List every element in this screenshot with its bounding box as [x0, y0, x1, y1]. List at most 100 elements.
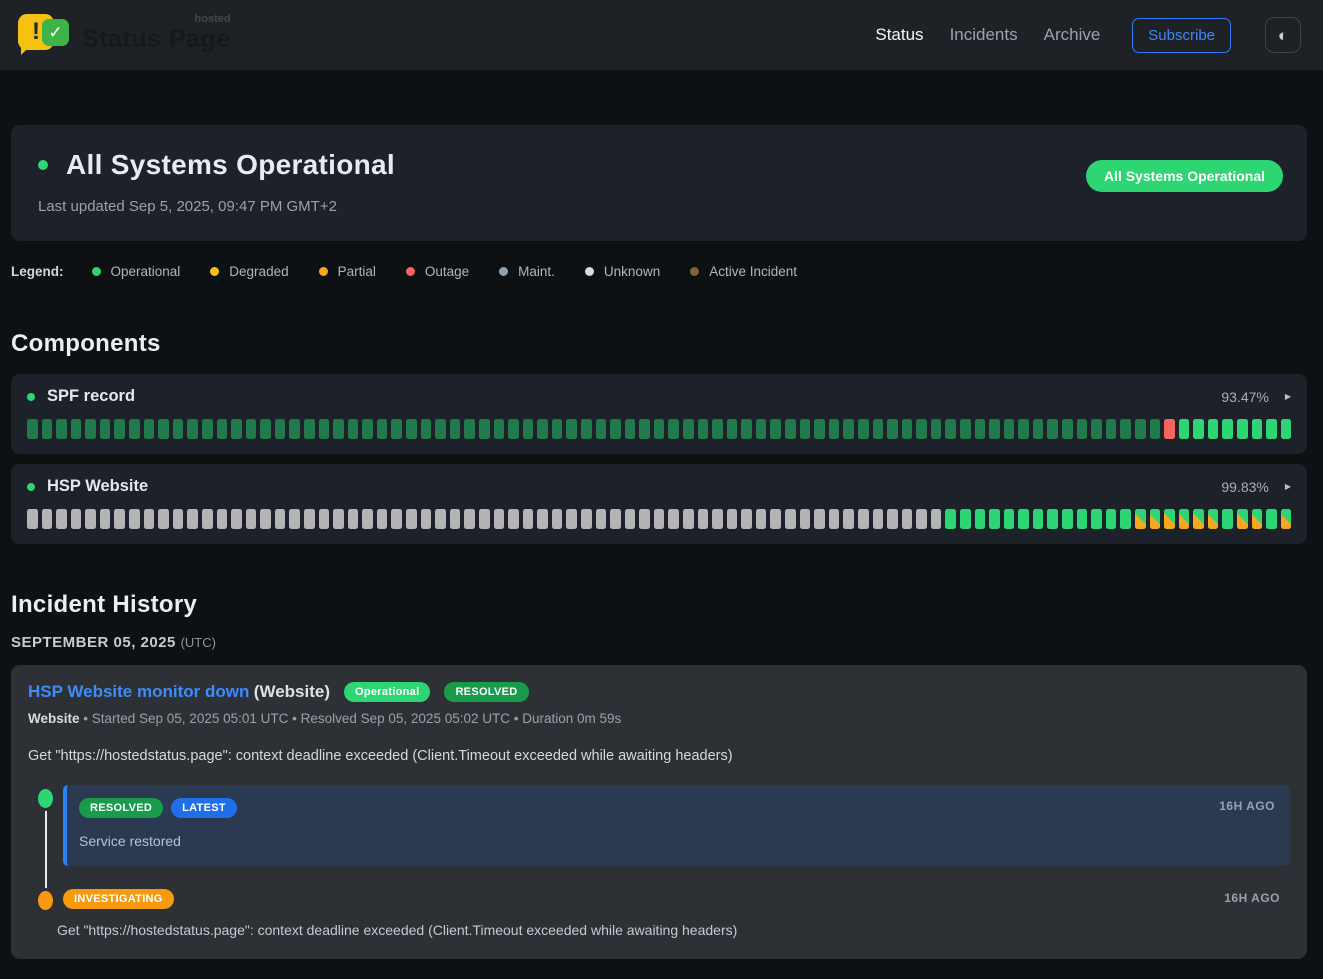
uptime-day-bar	[800, 509, 811, 529]
uptime-day-bar	[814, 509, 825, 529]
nav-link-incidents[interactable]: Incidents	[950, 25, 1018, 45]
uptime-day-bar	[1252, 509, 1263, 529]
uptime-day-bar	[698, 419, 709, 439]
uptime-day-bar	[1106, 419, 1117, 439]
component-card-spf-record: SPF record 93.47% ▶	[11, 374, 1307, 454]
uptime-day-bar	[654, 509, 665, 529]
incident-resolved-badge: RESOLVED	[444, 682, 528, 702]
uptime-day-bar	[275, 419, 286, 439]
uptime-day-bar	[931, 419, 942, 439]
uptime-day-bar	[1281, 509, 1292, 529]
uptime-day-bar	[187, 509, 198, 529]
legend-item-partial: Partial	[319, 264, 376, 279]
uptime-day-bar	[537, 419, 548, 439]
uptime-day-bar	[1150, 419, 1161, 439]
uptime-day-bar	[1266, 509, 1277, 529]
legend-dot-icon	[92, 267, 101, 276]
uptime-day-bar	[843, 509, 854, 529]
uptime-day-bar	[319, 419, 330, 439]
uptime-day-bar	[887, 509, 898, 529]
uptime-day-bar	[362, 509, 373, 529]
status-dot-icon	[38, 160, 48, 170]
contrast-icon: ◐	[1278, 26, 1288, 45]
uptime-day-bar	[770, 509, 781, 529]
uptime-day-bar	[887, 419, 898, 439]
uptime-day-bar	[756, 419, 767, 439]
incident-title-link[interactable]: HSP Website monitor down	[28, 682, 249, 701]
timeline-update-investigating: INVESTIGATING 16H AGO Get "https://hoste…	[28, 889, 1290, 938]
uptime-day-bar	[1135, 419, 1146, 439]
uptime-day-bar	[391, 419, 402, 439]
brand-text: Status Page hosted	[82, 17, 231, 54]
uptime-day-bar	[144, 509, 155, 529]
uptime-day-bar	[129, 509, 140, 529]
uptime-day-bar	[960, 509, 971, 529]
uptime-day-bar	[71, 509, 82, 529]
expand-arrow-icon[interactable]: ▶	[1285, 392, 1291, 401]
uptime-day-bar	[42, 509, 53, 529]
uptime-day-bar	[654, 419, 665, 439]
uptime-day-bar	[858, 509, 869, 529]
uptime-day-bar	[260, 509, 271, 529]
incident-meta-details: • Started Sep 05, 2025 05:01 UTC • Resol…	[80, 711, 622, 726]
last-updated-text: Last updated Sep 5, 2025, 09:47 PM GMT+2	[38, 198, 395, 215]
incident-component-suffix: (Website)	[254, 682, 330, 701]
uptime-day-bar	[843, 419, 854, 439]
uptime-day-bar	[479, 509, 490, 529]
component-row-hsp-website[interactable]: HSP Website 99.83% ▶	[27, 477, 1291, 496]
uptime-day-bar	[727, 419, 738, 439]
uptime-day-bar	[873, 509, 884, 529]
uptime-day-bar	[698, 509, 709, 529]
uptime-day-bar	[217, 509, 228, 529]
legend-item-outage: Outage	[406, 264, 469, 279]
uptime-day-bar	[639, 419, 650, 439]
component-row-spf-record[interactable]: SPF record 93.47% ▶	[27, 387, 1291, 406]
uptime-day-bar	[1004, 419, 1015, 439]
uptime-day-bar	[187, 419, 198, 439]
uptime-day-bar	[348, 509, 359, 529]
subscribe-button[interactable]: Subscribe	[1132, 18, 1231, 53]
uptime-day-bar	[668, 509, 679, 529]
brand[interactable]: ! ✓ Status Page hosted	[18, 11, 231, 59]
uptime-day-bar	[668, 419, 679, 439]
uptime-day-bar	[610, 419, 621, 439]
uptime-day-bar	[508, 419, 519, 439]
uptime-day-bar	[450, 509, 461, 529]
uptime-day-bar	[114, 419, 125, 439]
uptime-day-bar	[1062, 509, 1073, 529]
expand-arrow-icon[interactable]: ▶	[1285, 482, 1291, 491]
timeline-marker-resolved-icon	[38, 789, 53, 808]
legend-dot-icon	[585, 267, 594, 276]
uptime-bars-spf-record	[27, 419, 1291, 439]
uptime-day-bar	[27, 419, 38, 439]
uptime-day-bar	[1164, 419, 1175, 439]
uptime-day-bar	[421, 419, 432, 439]
uptime-day-bar	[1281, 419, 1292, 439]
uptime-day-bar	[71, 419, 82, 439]
legend-dot-icon	[406, 267, 415, 276]
uptime-day-bar	[975, 509, 986, 529]
legend-item-label: Outage	[425, 264, 469, 279]
overall-status-card: All Systems Operational Last updated Sep…	[11, 125, 1307, 241]
incident-meta: Website • Started Sep 05, 2025 05:01 UTC…	[28, 711, 1290, 726]
uptime-day-bar	[596, 509, 607, 529]
component-name: HSP Website	[47, 477, 148, 496]
uptime-day-bar	[552, 419, 563, 439]
uptime-day-bar	[275, 509, 286, 529]
uptime-day-bar	[27, 509, 38, 529]
legend-item-label: Active Incident	[709, 264, 797, 279]
theme-toggle-button[interactable]: ◐	[1265, 17, 1301, 53]
legend-item-maint-: Maint.	[499, 264, 555, 279]
brand-name: Status Page	[82, 25, 231, 53]
nav-link-archive[interactable]: Archive	[1044, 25, 1101, 45]
uptime-day-bar	[129, 419, 140, 439]
timeline-connector-line	[45, 803, 47, 895]
uptime-day-bar	[1047, 419, 1058, 439]
uptime-day-bar	[85, 419, 96, 439]
nav-link-status[interactable]: Status	[875, 25, 923, 45]
uptime-day-bar	[523, 419, 534, 439]
brand-logo-icon: ! ✓	[18, 11, 70, 59]
uptime-day-bar	[100, 419, 111, 439]
uptime-day-bar	[1018, 509, 1029, 529]
uptime-day-bar	[785, 509, 796, 529]
